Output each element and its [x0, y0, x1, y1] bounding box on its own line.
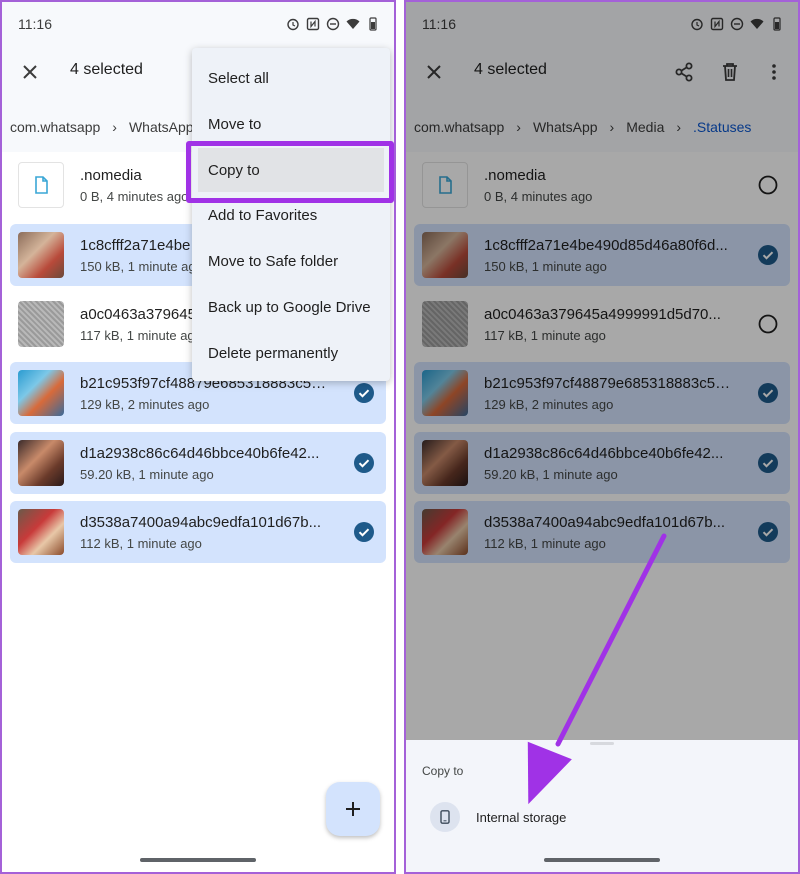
annotation-highlight-box: [186, 141, 394, 203]
storage-label: Internal storage: [476, 810, 567, 825]
menu-item-move-to[interactable]: Move to: [192, 102, 390, 146]
menu-item-move-to-safe-folder[interactable]: Move to Safe folder: [192, 239, 390, 283]
file-meta: 150 kB, 1 minute ago: [80, 259, 203, 274]
image-thumbnail: [18, 440, 64, 486]
file-meta: 117 kB, 1 minute ago: [80, 328, 202, 343]
file-meta: 112 kB, 1 minute ago: [80, 536, 202, 551]
status-time: 11:16: [18, 16, 52, 32]
close-selection-button[interactable]: [16, 58, 44, 86]
phone-icon: [430, 802, 460, 832]
phone-screen-right: 11:16 4 selected com.whatsapp › WhatsApp…: [404, 0, 800, 874]
battery-icon: [369, 17, 377, 31]
image-thumbnail: [18, 509, 64, 555]
status-icons: [286, 17, 380, 31]
internal-storage-option[interactable]: Internal storage: [420, 802, 740, 836]
image-thumbnail: [18, 370, 64, 416]
alarm-icon: [287, 18, 299, 31]
list-item[interactable]: d1a2938c86c64d46bbce40b6fe42... 59.20 kB…: [10, 432, 386, 494]
wifi-icon: [346, 18, 360, 29]
file-thumbnail: [18, 162, 64, 208]
check-circle-icon[interactable]: [354, 522, 374, 542]
nfc-icon: [306, 17, 320, 31]
overflow-menu: Select all Move to Copy to Add to Favori…: [192, 48, 390, 381]
file-meta: 59.20 kB, 1 minute ago: [80, 467, 214, 482]
add-fab-button[interactable]: [326, 782, 380, 836]
file-meta: 129 kB, 2 minutes ago: [80, 397, 210, 412]
list-item[interactable]: d3538a7400a94abc9edfa101d67b... 112 kB, …: [10, 501, 386, 563]
image-thumbnail: [18, 301, 64, 347]
selected-count: 4 selected: [70, 61, 143, 78]
sheet-drag-handle[interactable]: [590, 742, 614, 745]
gesture-nav-bar[interactable]: [140, 858, 256, 862]
menu-item-back-up-to-google-drive[interactable]: Back up to Google Drive: [192, 285, 390, 329]
check-circle-icon[interactable]: [354, 383, 374, 403]
file-meta: 0 B, 4 minutes ago: [80, 189, 189, 204]
close-icon: [23, 65, 37, 79]
image-thumbnail: [18, 232, 64, 278]
menu-item-select-all[interactable]: Select all: [192, 56, 390, 100]
chevron-right-icon: ›: [112, 119, 117, 135]
menu-item-delete-permanently[interactable]: Delete permanently: [192, 331, 390, 375]
breadcrumb-item[interactable]: com.whatsapp: [8, 119, 102, 135]
gesture-nav-bar[interactable]: [544, 858, 660, 862]
phone-screen-left: 11:16 4 selected com.whatsapp › WhatsApp…: [0, 0, 396, 874]
sheet-title: Copy to: [422, 764, 464, 778]
file-name: d1a2938c86c64d46bbce40b6fe42...: [80, 445, 320, 462]
plus-icon: [346, 802, 360, 816]
breadcrumb-item[interactable]: WhatsApp: [127, 119, 196, 135]
file-name: d3538a7400a94abc9edfa101d67b...: [80, 514, 322, 531]
copy-to-bottom-sheet: Copy to Internal storage: [406, 740, 798, 872]
document-icon: [35, 176, 48, 194]
dnd-icon: [326, 17, 340, 31]
status-bar: 11:16: [2, 2, 394, 46]
check-circle-icon[interactable]: [354, 453, 374, 473]
